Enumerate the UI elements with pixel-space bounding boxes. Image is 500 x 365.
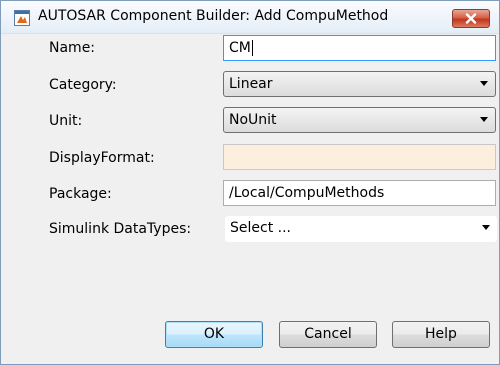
category-label: Category:: [49, 77, 117, 93]
simulink-datatypes-dropdown[interactable]: Select ...: [225, 216, 497, 242]
name-value: CM: [229, 40, 251, 56]
package-value: /Local/CompuMethods: [229, 185, 385, 201]
name-input[interactable]: CM: [223, 35, 496, 61]
cancel-button[interactable]: Cancel: [279, 321, 377, 348]
close-icon: [465, 13, 477, 24]
dialog-window: AUTOSAR Component Builder: Add CompuMeth…: [0, 0, 500, 365]
window-title: AUTOSAR Component Builder: Add CompuMeth…: [38, 8, 389, 24]
package-label: Package:: [49, 186, 112, 202]
simulink-datatypes-value: Select ...: [230, 220, 291, 236]
app-window-icon: [14, 10, 30, 26]
category-dropdown[interactable]: Linear: [223, 71, 496, 97]
help-button[interactable]: Help: [392, 321, 490, 348]
display-format-input[interactable]: [223, 144, 496, 170]
display-format-label: DisplayFormat:: [49, 150, 155, 166]
text-caret: [251, 40, 253, 56]
name-label: Name:: [49, 40, 96, 56]
chevron-down-icon: [482, 225, 490, 230]
chevron-down-icon: [480, 117, 488, 122]
ok-button[interactable]: OK: [165, 321, 263, 348]
close-button[interactable]: [452, 9, 490, 28]
unit-dropdown[interactable]: NoUnit: [223, 107, 496, 133]
simulink-datatypes-label: Simulink DataTypes:: [49, 221, 192, 237]
chevron-down-icon: [480, 81, 488, 86]
category-value: Linear: [229, 76, 273, 92]
package-input[interactable]: /Local/CompuMethods: [223, 180, 496, 206]
title-bar[interactable]: AUTOSAR Component Builder: Add CompuMeth…: [1, 1, 499, 34]
unit-value: NoUnit: [229, 112, 277, 128]
unit-label: Unit:: [49, 113, 83, 129]
